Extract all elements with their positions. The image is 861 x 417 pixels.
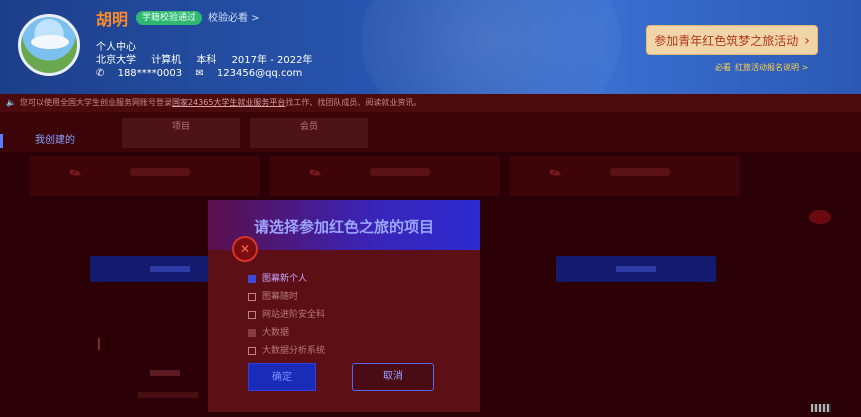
tab-project[interactable]: 项目 [122, 118, 240, 148]
project-card[interactable]: ✎ [30, 156, 260, 196]
option-label: 网站进阶安全科 [262, 310, 326, 320]
notice-bar: 🔈 您可以使用全国大学生创业服务网账号登录国家24365大学生就业服务平台找工作、… [0, 94, 861, 112]
degree: 本科 [196, 55, 217, 66]
contact-info: ✆ 188****0003 ✉ 123456@qq.com [96, 68, 312, 79]
project-card[interactable]: ✎ [510, 156, 740, 196]
checkbox[interactable] [248, 275, 256, 283]
select-project-modal: 请选择参加红色之旅的项目 ✕ 图幕新个人图幕随时网站进阶安全科 大数据大数据分析系… [208, 200, 480, 412]
tab-team[interactable]: 会员 [250, 118, 368, 148]
note-prefix: 必看 [715, 63, 731, 72]
project-option[interactable]: 大数据分析系统 [248, 342, 325, 360]
text-placeholder [150, 370, 180, 376]
option-label: 大数据 [262, 328, 290, 338]
project-option[interactable]: 图幕新个人 [248, 270, 325, 288]
button-text-placeholder [150, 266, 190, 272]
email: 123456@qq.com [216, 68, 303, 79]
phone-icon: ✆ [96, 68, 105, 79]
years: 2017年 - 2022年 [231, 55, 313, 66]
verify-must-see-link[interactable]: 校验必看 > [208, 9, 260, 24]
school: 北京大学 [96, 55, 136, 66]
checkbox[interactable] [248, 329, 256, 337]
employment-platform-link[interactable]: 国家24365大学生就业服务平台 [172, 98, 285, 107]
notice-text-before: 您可以使用全国大学生创业服务网账号登录 [19, 98, 172, 107]
user-name: 胡明 [96, 10, 129, 29]
profile-header: 胡明 学籍校验通过 校验必看 > 个人中心 北京大学 计算机 本科 2017年 … [0, 0, 861, 94]
notice-text-after: 找工作、找团队成员、阅读就业资讯。 [285, 98, 422, 107]
mail-icon: ✉ [195, 68, 204, 79]
card-title-placeholder [370, 168, 430, 176]
card-action-button[interactable] [556, 256, 716, 282]
checkbox[interactable] [248, 311, 256, 319]
campaign-guide-link[interactable]: 红旅活动报名说明 > [735, 63, 808, 72]
button-text-placeholder [616, 266, 656, 272]
checkbox[interactable] [248, 347, 256, 355]
project-option[interactable]: 图幕随时 [248, 288, 325, 306]
join-red-tour-button[interactable]: 参加青年红色筑梦之旅活动 › [646, 25, 818, 55]
confirm-button[interactable]: 确定 [248, 363, 316, 391]
chevron-right-icon: › [804, 33, 810, 49]
section-my-created: 我创建的 [0, 134, 75, 148]
decorative-shape [809, 210, 831, 224]
tab-bar: 我创建的 项目 会员 [0, 112, 861, 152]
header-glow [361, 0, 621, 94]
verified-badge: 学籍校验通过 [136, 11, 203, 25]
option-label: 图幕随时 [262, 292, 299, 302]
divider [98, 338, 100, 350]
option-label: 图幕新个人 [262, 274, 308, 284]
project-card[interactable]: ✎ [270, 156, 500, 196]
join-button-label: 参加青年红色筑梦之旅活动 [654, 34, 799, 48]
text-placeholder [138, 392, 198, 398]
checkbox[interactable] [248, 293, 256, 301]
major: 计算机 [151, 55, 182, 66]
education-info: 北京大学 计算机 本科 2017年 - 2022年 [96, 51, 324, 66]
modal-title: 请选择参加红色之旅的项目 [253, 218, 434, 236]
pencil-icon: ✎ [66, 164, 85, 184]
cancel-button[interactable]: 取消 [352, 363, 434, 391]
speaker-icon: 🔈 [6, 98, 16, 107]
campaign-note: 必看 红旅活动报名说明 > [715, 62, 808, 73]
card-title-placeholder [610, 168, 670, 176]
project-option[interactable]: 大数据 [248, 324, 325, 342]
project-option[interactable]: 网站进阶安全科 [248, 306, 325, 324]
pencil-icon: ✎ [306, 164, 325, 184]
card-title-placeholder [130, 168, 190, 176]
avatar[interactable] [18, 14, 80, 76]
project-options: 图幕新个人图幕随时网站进阶安全科 大数据大数据分析系统 [248, 270, 325, 360]
scroll-indicator [811, 404, 831, 412]
section-title: 我创建的 [35, 135, 75, 146]
option-label: 大数据分析系统 [262, 346, 326, 356]
close-icon[interactable]: ✕ [232, 236, 258, 262]
pencil-icon: ✎ [546, 164, 565, 184]
phone: 188****0003 [117, 68, 183, 79]
